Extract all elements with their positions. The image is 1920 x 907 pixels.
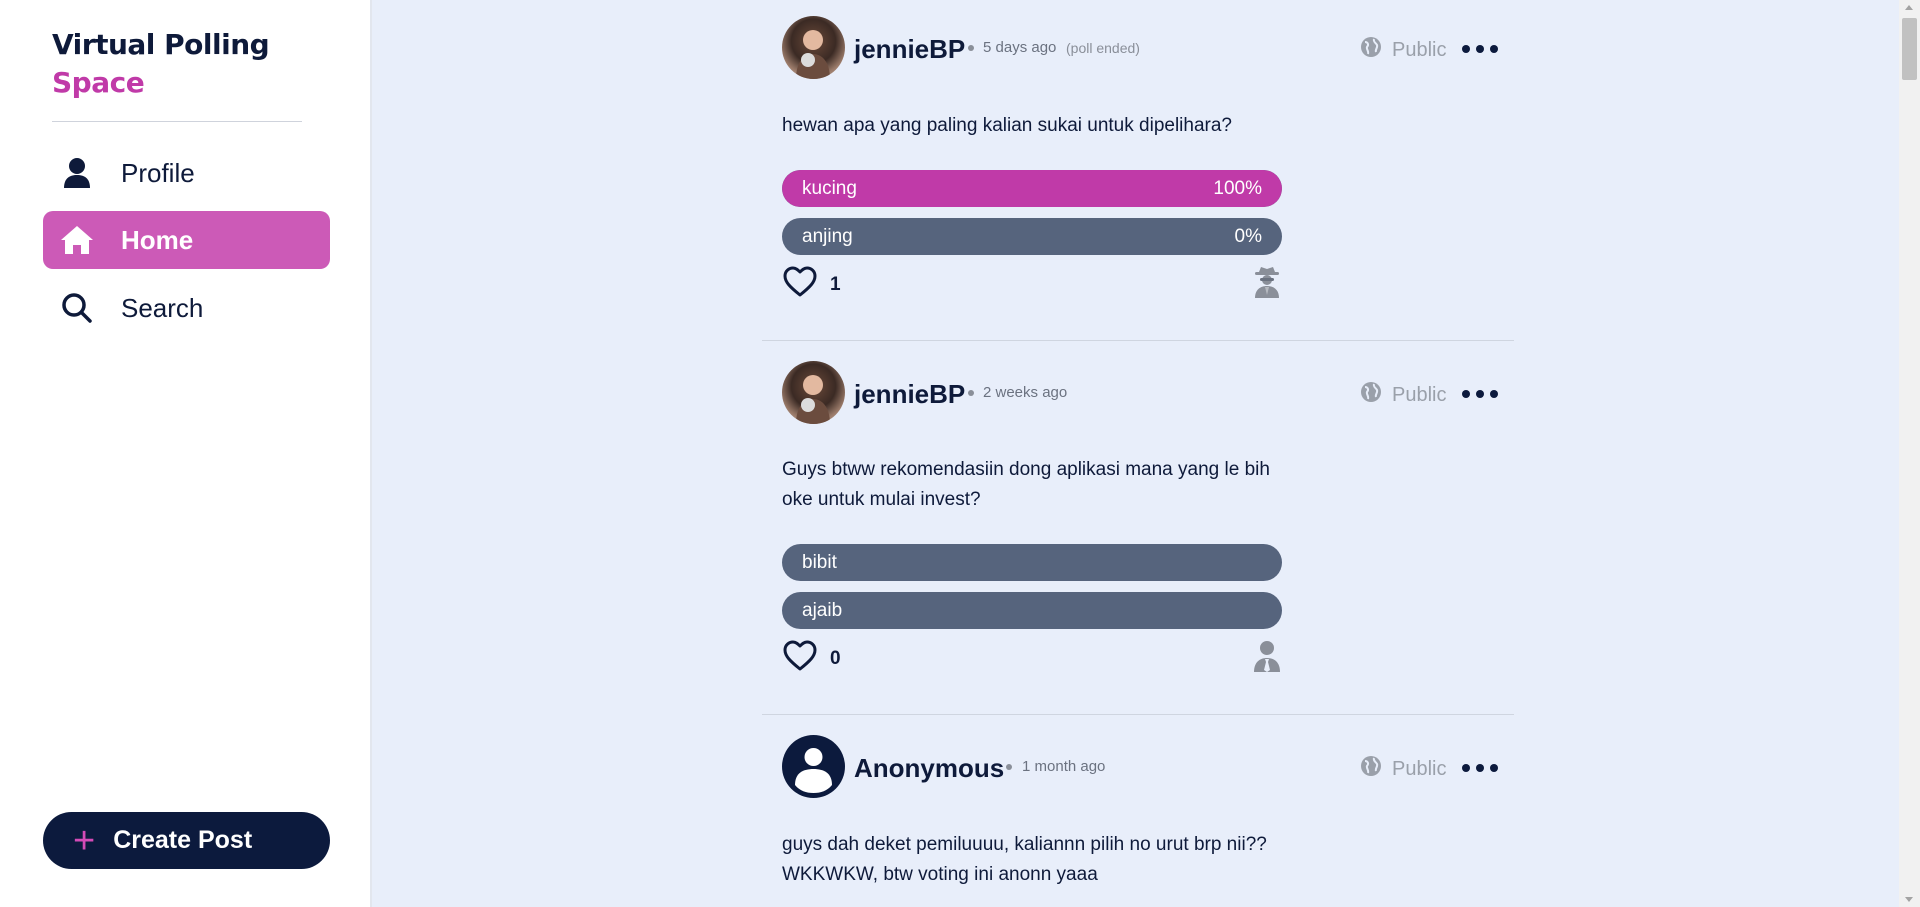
plus-icon: + [73,819,96,862]
post-card: jennieBP 5 days ago (poll ended) Public … [762,0,1514,341]
post-username[interactable]: jennieBP [854,34,965,65]
post-question: Guys btww rekomendasiin dong aplikasi ma… [782,459,1270,510]
create-post-button[interactable]: + Create Post [43,812,330,869]
poll-option-label: bibit [802,551,837,573]
scrollbar-thumb[interactable] [1902,18,1917,80]
post-time: 2 weeks ago [983,384,1068,401]
like-count: 0 [830,647,841,669]
separator-dot [1006,764,1012,770]
dot-icon [1462,390,1470,398]
post-question: guys dah deket pemiluuuu, kaliannn pilih… [782,834,1267,885]
poll-option-label: anjing [802,225,853,247]
dot-icon [1490,45,1498,53]
page-scrollbar[interactable] [1899,0,1920,907]
dot-icon [1476,764,1484,772]
post-card: Anonymous 1 month ago Public guys dah de… [762,715,1514,907]
brand-line2: Space [52,66,145,99]
search-icon [55,286,99,330]
dot-icon [1490,390,1498,398]
home-icon [55,218,99,262]
sidebar-item-label: Home [121,224,194,255]
like-button[interactable]: 1 [782,266,841,303]
post-time: 1 month ago [1022,758,1106,775]
post-time: 5 days ago [983,39,1057,56]
scroll-up-icon[interactable] [1905,5,1913,10]
heart-icon [782,266,818,303]
separator-dot [968,45,974,51]
brand-line1: Virtual Polling [52,28,270,61]
visibility-label: Public [1392,38,1447,61]
post-card: jennieBP 2 weeks ago Public Guys btww re… [762,341,1514,715]
visibility-indicator: Public [1360,381,1446,409]
brand-logo[interactable]: Virtual Polling Space [52,26,270,102]
sidebar-item-home[interactable]: Home [43,211,330,269]
separator-dot [968,390,974,396]
dot-icon [1476,45,1484,53]
globe-icon [1360,755,1382,783]
heart-icon [782,640,818,677]
poll-option-label: kucing [802,177,857,199]
visibility-indicator: Public [1360,36,1446,64]
poll-option[interactable]: bibit [782,544,1282,581]
dot-icon [1462,45,1470,53]
poll-option[interactable]: anjing 0% [782,218,1282,255]
poll-option-percent: 100% [1213,177,1262,199]
sidebar-item-search[interactable]: Search [43,279,330,337]
avatar[interactable] [782,361,845,424]
avatar[interactable] [782,16,845,79]
post-username[interactable]: Anonymous [854,753,1004,784]
post-username[interactable]: jennieBP [854,379,965,410]
sidebar-item-label: Search [121,292,204,323]
visibility-indicator: Public [1360,755,1446,783]
brand-divider [52,121,302,122]
globe-icon [1360,381,1382,409]
feed: jennieBP 5 days ago (poll ended) Public … [762,0,1514,907]
poll-option-label: ajaib [802,599,843,621]
visibility-label: Public [1392,383,1447,406]
scroll-down-icon[interactable] [1905,897,1913,902]
spy-icon [1252,266,1282,298]
avatar[interactable] [782,735,845,798]
dot-icon [1476,390,1484,398]
post-question: hewan apa yang paling kalian sukai untuk… [782,115,1232,136]
sidebar-item-profile[interactable]: Profile [43,144,330,202]
visibility-label: Public [1392,757,1447,780]
person-icon [55,151,99,195]
dot-icon [1462,764,1470,772]
dot-icon [1490,764,1498,772]
like-button[interactable]: 0 [782,640,841,677]
poll-option-percent: 0% [1234,225,1262,247]
more-options-button[interactable] [1462,44,1498,54]
poll-option[interactable]: ajaib [782,592,1282,629]
poll-option[interactable]: kucing 100% [782,170,1282,207]
poll-status: (poll ended) [1066,40,1140,56]
more-options-button[interactable] [1462,763,1498,773]
poll-option-fill [782,170,1282,207]
like-count: 1 [830,273,841,295]
app-root: Virtual Polling Space Profile Home Searc… [0,0,1920,907]
sidebar-item-label: Profile [121,157,195,188]
create-post-label: Create Post [113,826,253,854]
globe-icon [1360,36,1382,64]
sidebar: Virtual Polling Space Profile Home Searc… [0,0,372,907]
more-options-button[interactable] [1462,389,1498,399]
user-tie-icon [1252,640,1282,672]
